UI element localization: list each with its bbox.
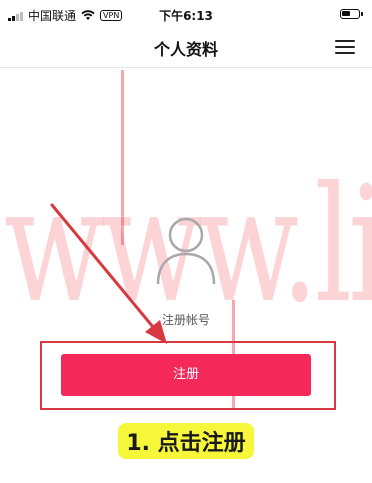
user-avatar-icon (156, 217, 216, 285)
hamburger-menu-icon[interactable] (335, 39, 355, 55)
battery-icon (340, 9, 363, 19)
step-caption-text: 1. 点击注册 (118, 423, 254, 459)
status-bar: 中国联通 VPN 下午6:13 (0, 0, 372, 30)
nav-bar: 个人资料 (0, 30, 372, 68)
status-time: 下午6:13 (159, 9, 213, 23)
step-caption: 1. 点击注册 (0, 423, 372, 459)
watermark-stroke (121, 70, 124, 245)
page-title: 个人资料 (153, 40, 218, 59)
register-account-label: 注册帐号 (161, 313, 210, 327)
register-button[interactable]: 注册 (61, 354, 311, 396)
